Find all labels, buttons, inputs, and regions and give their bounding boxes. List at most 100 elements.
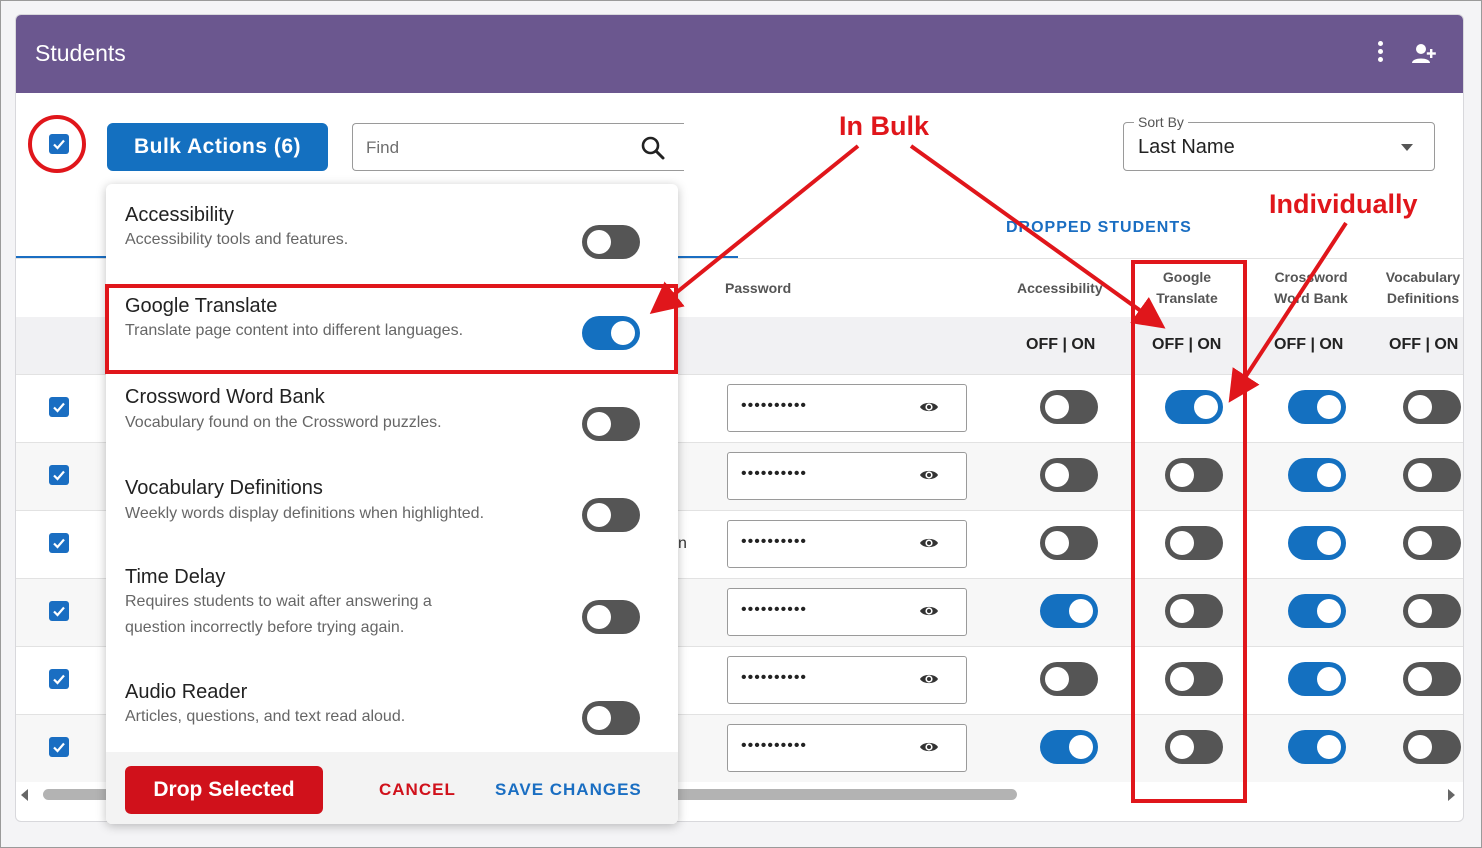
password-field[interactable]: •••••••••• [727, 588, 967, 636]
vocabulary-definitions-toggle[interactable] [1403, 390, 1461, 424]
password-value: •••••••••• [741, 465, 808, 482]
password-value: •••••••••• [741, 601, 808, 618]
tab-dropped-students[interactable]: DROPPED STUDENTS [1006, 219, 1192, 237]
bulk-option-toggle[interactable] [582, 498, 640, 532]
toggle-knob [1045, 531, 1069, 555]
eye-icon[interactable] [919, 535, 939, 556]
bulk-actions-button[interactable]: Bulk Actions (6) [107, 123, 328, 171]
password-value: •••••••••• [741, 397, 808, 414]
row-checkbox[interactable] [49, 465, 69, 485]
bulk-option-toggle[interactable] [582, 600, 640, 634]
chevron-down-icon [1401, 144, 1413, 151]
toggle-knob [1408, 395, 1432, 419]
partial-name-text: n [678, 535, 687, 552]
toggle-knob [1069, 599, 1093, 623]
password-field[interactable]: •••••••••• [727, 724, 967, 772]
annotation-box-google-translate-column [1131, 260, 1247, 803]
password-field[interactable]: •••••••••• [727, 656, 967, 704]
find-input[interactable] [366, 136, 626, 160]
crossword-word-bank-toggle[interactable] [1288, 662, 1346, 696]
toggle-knob [1069, 735, 1093, 759]
toggle-knob [1408, 463, 1432, 487]
save-changes-button[interactable]: SAVE CHANGES [495, 780, 642, 800]
vocabulary-definitions-toggle[interactable] [1403, 594, 1461, 628]
bulk-option-title: Accessibility [125, 204, 234, 226]
toggle-knob [1317, 531, 1341, 555]
toggle-knob [1408, 667, 1432, 691]
more-options-icon[interactable] [1368, 41, 1392, 67]
scroll-left-icon[interactable] [21, 789, 28, 801]
vocabulary-definitions-toggle[interactable] [1403, 458, 1461, 492]
crossword-word-bank-toggle[interactable] [1288, 730, 1346, 764]
row-checkbox[interactable] [49, 533, 69, 553]
bulk-option-description: Requires students to wait after answerin… [125, 589, 432, 641]
vocabulary-definitions-toggle[interactable] [1403, 662, 1461, 696]
accessibility-toggle[interactable] [1040, 730, 1098, 764]
column-header-password: Password [725, 280, 792, 296]
password-field[interactable]: •••••••••• [727, 384, 967, 432]
toggle-knob [1317, 599, 1341, 623]
accessibility-toggle[interactable] [1040, 662, 1098, 696]
eye-icon[interactable] [919, 467, 939, 488]
vocabulary-off-on-label: OFF | ON [1389, 336, 1459, 353]
bulk-option-title: Time Delay [125, 566, 226, 588]
row-checkbox[interactable] [49, 601, 69, 621]
eye-icon[interactable] [919, 739, 939, 760]
add-student-icon[interactable] [1411, 42, 1437, 66]
bulk-option-toggle[interactable] [582, 407, 640, 441]
toggle-knob [1408, 735, 1432, 759]
eye-icon[interactable] [919, 671, 939, 692]
row-checkbox[interactable] [49, 397, 69, 417]
drop-selected-button[interactable]: Drop Selected [125, 766, 323, 814]
crossword-word-bank-toggle[interactable] [1288, 526, 1346, 560]
password-field[interactable]: •••••••••• [727, 452, 967, 500]
scroll-right-icon[interactable] [1448, 789, 1455, 801]
column-header-accessibility: Accessibility [1017, 280, 1103, 296]
screenshot-frame: Students Bulk Actions (6) S [0, 0, 1482, 848]
accessibility-toggle[interactable] [1040, 526, 1098, 560]
row-checkbox[interactable] [49, 669, 69, 689]
accessibility-toggle[interactable] [1040, 458, 1098, 492]
password-value: •••••••••• [741, 669, 808, 686]
page-title: Students [35, 40, 126, 66]
toggle-knob [1317, 395, 1341, 419]
crossword-word-bank-toggle[interactable] [1288, 594, 1346, 628]
vocabulary-definitions-toggle[interactable] [1403, 526, 1461, 560]
accessibility-toggle[interactable] [1040, 594, 1098, 628]
eye-icon[interactable] [919, 399, 939, 420]
bulk-actions-menu: Accessibility Accessibility tools and fea… [106, 184, 678, 824]
bulk-actions-footer: Drop Selected CANCEL SAVE CHANGES [106, 752, 678, 824]
sort-by-select[interactable]: Sort By Last Name [1123, 114, 1435, 171]
password-field[interactable]: •••••••••• [727, 520, 967, 568]
column-header-crossword-word-bank: Crossword Word Bank [1274, 269, 1348, 306]
sort-by-label: Sort By [1134, 114, 1188, 130]
toggle-knob [587, 412, 611, 436]
header-bar: Students [16, 15, 1463, 93]
toggle-knob [587, 230, 611, 254]
description-line: question incorrectly before trying again… [125, 619, 405, 636]
toggle-knob [587, 706, 611, 730]
description-line: Requires students to wait after answerin… [125, 593, 432, 610]
annotation-box-google-translate-bulk [105, 284, 678, 374]
find-field [352, 123, 684, 171]
bulk-option-description: Weekly words display definitions when hi… [125, 505, 485, 522]
password-value: •••••••••• [741, 533, 808, 550]
accessibility-toggle[interactable] [1040, 390, 1098, 424]
crossword-word-bank-toggle[interactable] [1288, 458, 1346, 492]
vocabulary-definitions-toggle[interactable] [1403, 730, 1461, 764]
toggle-knob [1317, 463, 1341, 487]
annotation-circle-select-all [28, 115, 86, 173]
bulk-option-toggle[interactable] [582, 225, 640, 259]
toggle-knob [587, 605, 611, 629]
toggle-knob [1408, 531, 1432, 555]
crossword-word-bank-toggle[interactable] [1288, 390, 1346, 424]
bulk-option-toggle[interactable] [582, 701, 640, 735]
eye-icon[interactable] [919, 603, 939, 624]
row-checkbox[interactable] [49, 737, 69, 757]
search-icon[interactable] [640, 135, 666, 161]
bulk-option-description: Accessibility tools and features. [125, 231, 349, 248]
bulk-option-title: Audio Reader [125, 681, 248, 703]
sort-by-value: Last Name [1138, 136, 1235, 158]
cancel-button[interactable]: CANCEL [379, 780, 456, 800]
crossword-off-on-label: OFF | ON [1274, 336, 1344, 353]
